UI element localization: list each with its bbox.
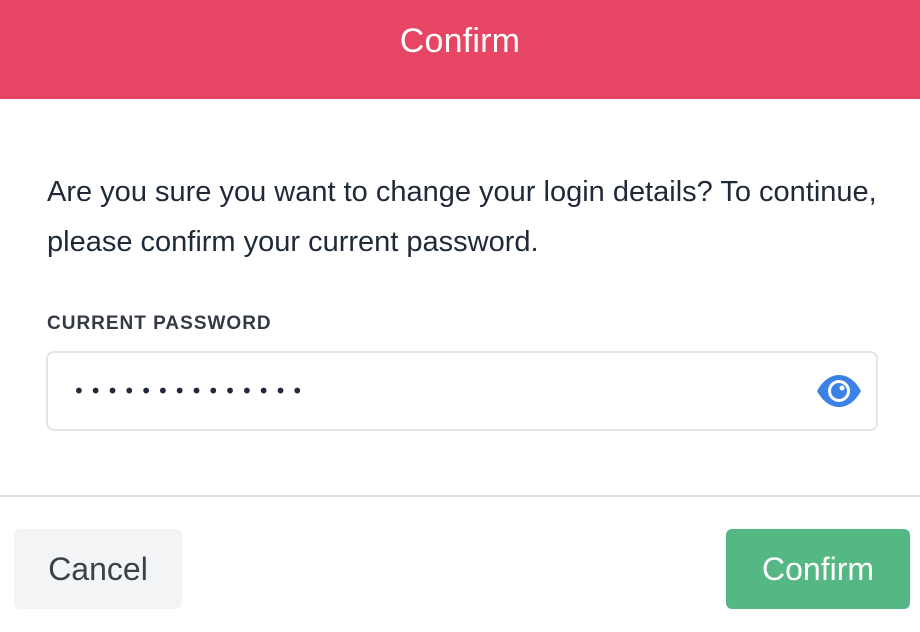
password-masked-value[interactable]: •••••••••••••• (73, 376, 308, 406)
confirm-dialog: Confirm Are you sure you want to change … (0, 0, 920, 632)
show-password-toggle[interactable] (814, 371, 864, 411)
dialog-body: Are you sure you want to change your log… (0, 99, 920, 496)
dialog-footer: Cancel Confirm (0, 497, 920, 632)
current-password-field[interactable]: •••••••••••••• (46, 351, 878, 431)
confirmation-message: Are you sure you want to change your log… (47, 176, 877, 258)
dialog-title: Confirm (399, 22, 521, 60)
current-password-label: CURRENT PASSWORD (47, 313, 272, 334)
cancel-button[interactable]: Cancel (14, 529, 182, 609)
dialog-header: Confirm (0, 0, 920, 99)
confirm-button[interactable]: Confirm (726, 529, 910, 609)
eye-icon (817, 375, 861, 407)
